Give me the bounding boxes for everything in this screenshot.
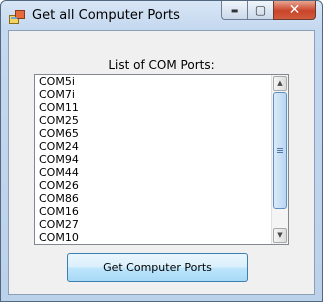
list-item[interactable]: COM94 (35, 153, 271, 166)
title-bar[interactable]: Get all Computer Ports ▬ ▢ ✕ (1, 1, 322, 29)
maximize-icon: ▢ (254, 3, 267, 17)
get-computer-ports-button[interactable]: Get Computer Ports (67, 253, 248, 282)
vertical-scrollbar[interactable]: ▲ ▼ (271, 75, 288, 244)
app-window: Get all Computer Ports ▬ ▢ ✕ List of COM… (0, 0, 323, 302)
scroll-thumb[interactable] (273, 92, 287, 209)
scroll-up-button[interactable]: ▲ (273, 76, 287, 91)
list-item[interactable]: COM10 (35, 231, 271, 244)
close-button[interactable]: ✕ (273, 1, 316, 20)
client-area: List of COM Ports: COM5i COM7i COM11 COM25 C… (8, 30, 315, 295)
list-item[interactable]: COM86 (35, 192, 271, 205)
list-label: List of COM Ports: (108, 58, 215, 72)
list-items: COM5i COM7i COM11 COM25 COM65 COM24 COM94 COM44… (35, 75, 271, 244)
thumb-grip-icon (277, 148, 283, 149)
thumb-grip-icon (277, 152, 283, 153)
list-item[interactable]: COM24 (35, 140, 271, 153)
close-icon: ✕ (288, 2, 301, 18)
list-item[interactable]: COM65 (35, 127, 271, 140)
list-item[interactable]: COM11 (35, 101, 271, 114)
app-icon[interactable] (9, 9, 25, 24)
list-item[interactable]: COM26 (35, 179, 271, 192)
window-title: Get all Computer Ports (32, 8, 180, 23)
scroll-up-icon: ▲ (277, 79, 283, 87)
list-item[interactable]: COM25 (35, 114, 271, 127)
list-item[interactable]: COM44 (35, 166, 271, 179)
scroll-down-button[interactable]: ▼ (273, 228, 287, 243)
maximize-button[interactable]: ▢ (247, 1, 273, 20)
com-ports-listbox[interactable]: COM5i COM7i COM11 COM25 COM65 COM24 COM94 COM44… (34, 74, 289, 245)
thumb-grip-icon (277, 150, 283, 151)
minimize-button[interactable]: ▬ (221, 1, 247, 20)
list-item[interactable]: COM7i (35, 88, 271, 101)
list-item[interactable]: COM16 (35, 205, 271, 218)
list-item[interactable]: COM27 (35, 218, 271, 231)
list-item[interactable]: COM5i (35, 75, 271, 88)
window-controls: ▬ ▢ ✕ (221, 1, 316, 20)
scroll-down-icon: ▼ (277, 231, 283, 239)
minimize-icon: ▬ (230, 5, 239, 15)
